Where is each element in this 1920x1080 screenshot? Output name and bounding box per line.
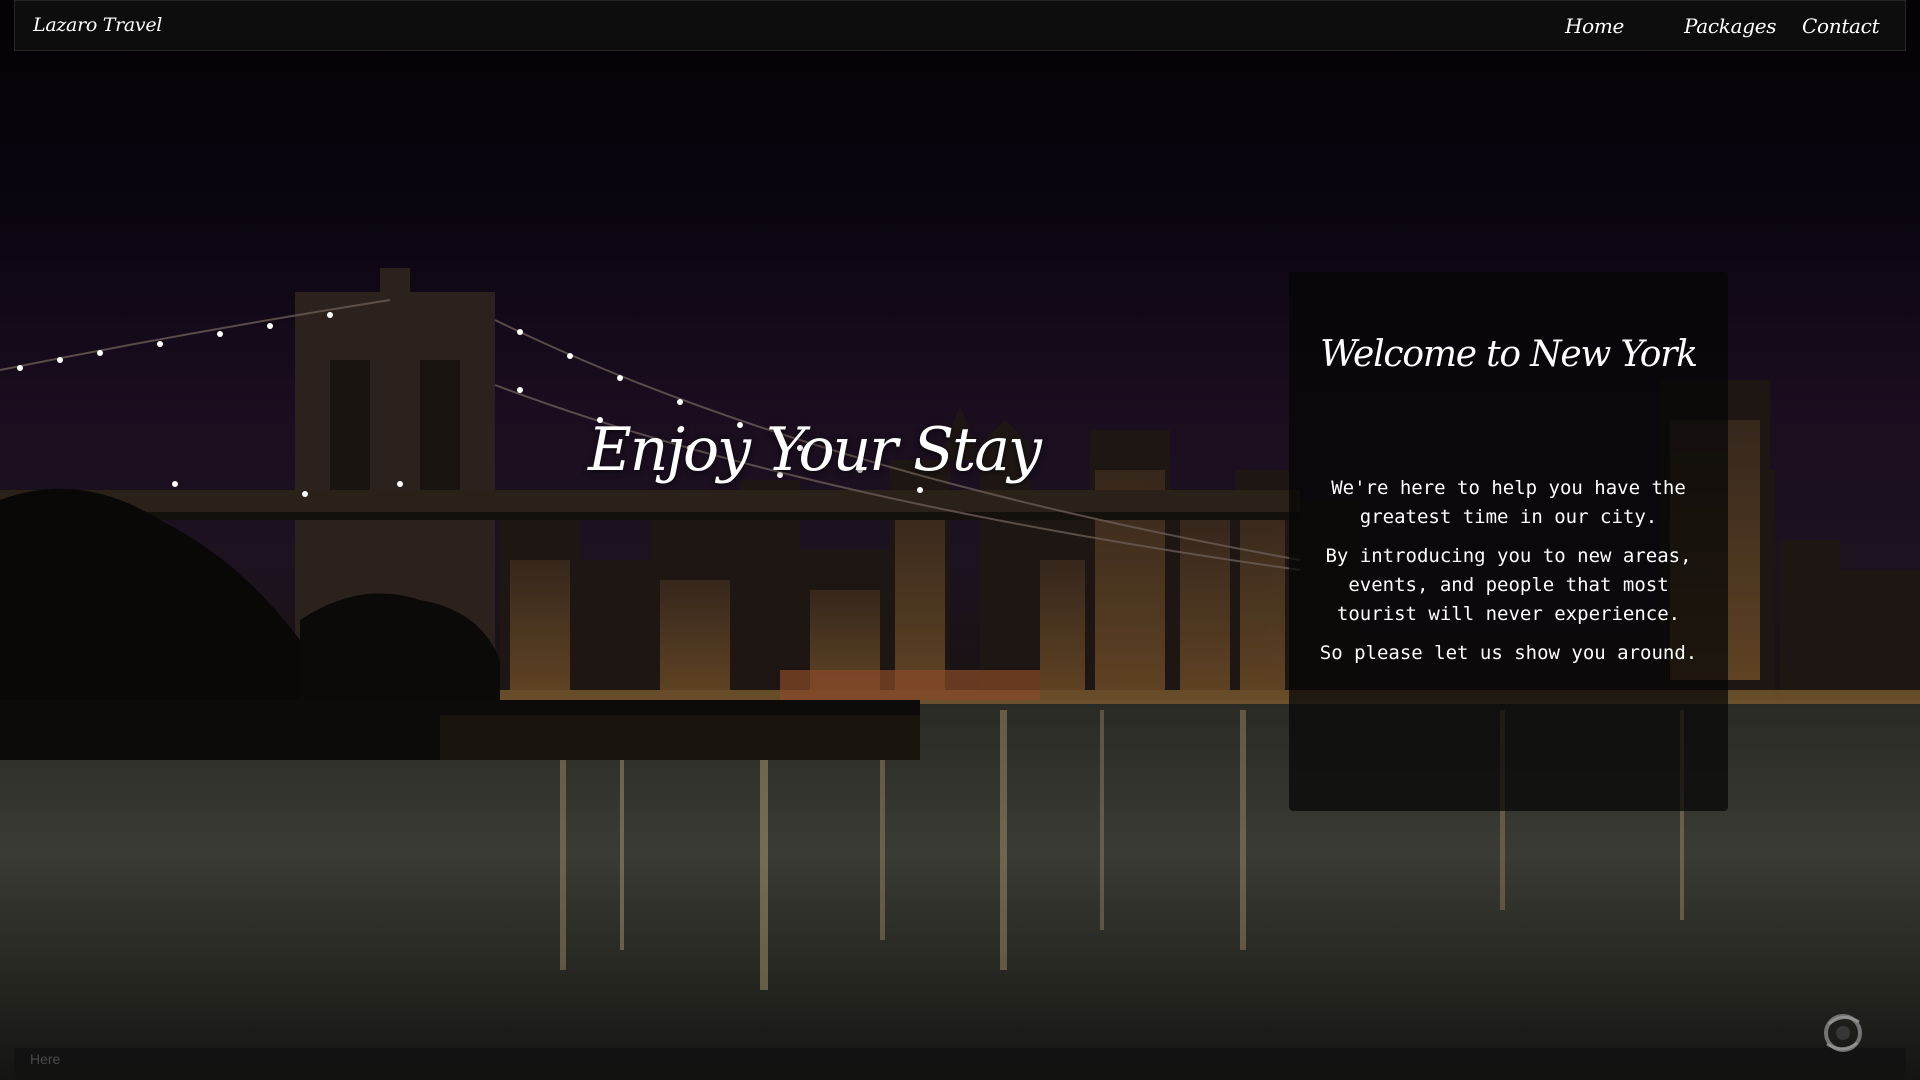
nav-link-contact[interactable]: Contact [1802, 14, 1880, 38]
footer-text: Here [30, 1051, 61, 1067]
welcome-body: We're here to help you have the greatest… [1289, 474, 1728, 678]
top-navbar: Lazaro Travel Home Packages Contact [14, 0, 1906, 51]
welcome-paragraph-3: So please let us show you around. [1319, 642, 1698, 664]
nav-link-packages[interactable]: Packages [1684, 14, 1777, 38]
hero-title: Enjoy Your Stay [588, 415, 1042, 485]
nav-link-home[interactable]: Home [1565, 14, 1624, 38]
welcome-title: Welcome to New York [1320, 334, 1698, 375]
footer-bar: Here [14, 1048, 1906, 1080]
welcome-paragraph-1: We're here to help you have the greatest… [1331, 477, 1686, 528]
welcome-paragraph-2: By introducing you to new areas, events,… [1325, 545, 1692, 625]
aperture-logo-icon [1815, 1010, 1871, 1056]
brand-link[interactable]: Lazaro Travel [33, 14, 162, 36]
welcome-panel: Welcome to New York We're here to help y… [1289, 272, 1728, 811]
